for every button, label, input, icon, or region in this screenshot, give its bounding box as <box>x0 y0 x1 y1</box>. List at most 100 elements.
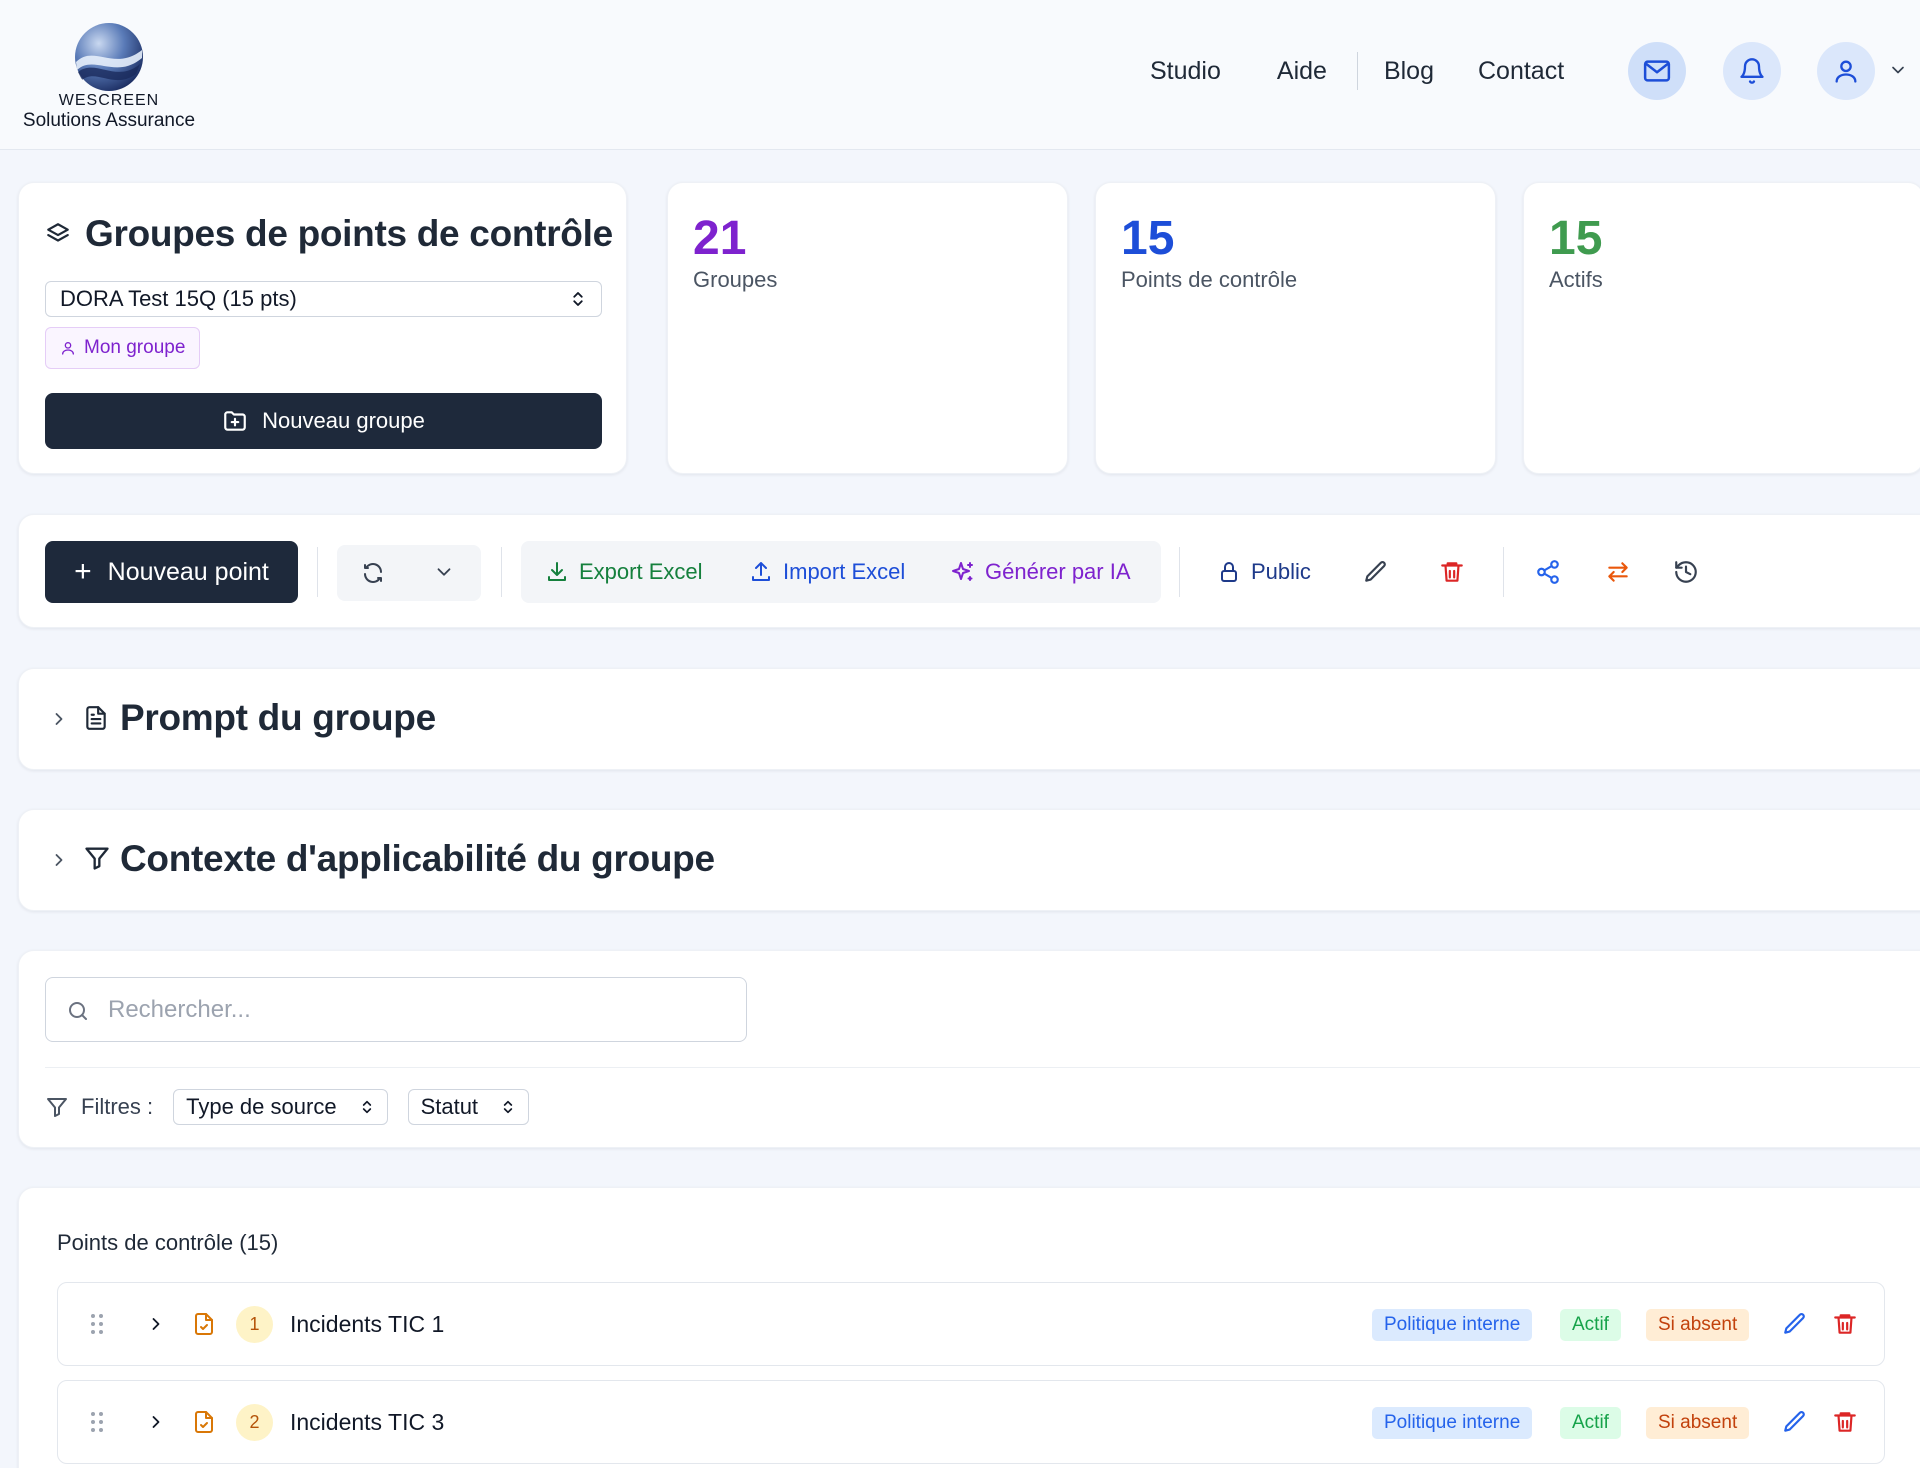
select-arrows-icon <box>573 292 583 306</box>
export-excel-button[interactable]: Export Excel <box>545 541 703 603</box>
delete-point-button[interactable] <box>1832 1311 1858 1337</box>
sparkles-icon <box>952 562 973 581</box>
messages-button[interactable] <box>1628 42 1686 100</box>
new-point-label: Nouveau point <box>107 557 269 586</box>
drag-handle-icon[interactable] <box>90 1313 104 1335</box>
point-name: Incidents TIC 1 <box>290 1311 445 1337</box>
groups-panel: Groupes de points de contrôle DORA Test … <box>18 182 627 474</box>
select-arrows-icon <box>503 1100 513 1114</box>
nav-blog[interactable]: Blog <box>1384 57 1434 86</box>
upload-icon <box>752 562 770 581</box>
context-section-title: Contexte d'applicabilité du groupe <box>120 838 715 879</box>
expand-toggle[interactable] <box>49 850 69 870</box>
search-divider <box>45 1067 1920 1068</box>
group-select[interactable]: DORA Test 15Q (15 pts) <box>45 281 602 317</box>
history-button[interactable] <box>1673 559 1699 585</box>
visibility-toggle-button[interactable]: Public <box>1217 541 1311 603</box>
control-point-row[interactable]: 2 Incidents TIC 3 Politique interne Acti… <box>57 1380 1885 1464</box>
import-excel-button[interactable]: Import Excel <box>749 541 905 603</box>
plus-icon: + <box>74 555 92 588</box>
chevron-down-icon <box>437 568 451 576</box>
new-point-button[interactable]: + Nouveau point <box>45 541 298 603</box>
stat-label: Actifs <box>1549 267 1603 292</box>
prompt-section[interactable]: Prompt du groupe <box>18 668 1920 770</box>
nav-aide[interactable]: Aide <box>1277 57 1327 86</box>
layers-icon <box>47 223 69 242</box>
search-icon <box>69 1002 87 1020</box>
user-icon <box>1835 60 1857 83</box>
transfer-group-button[interactable] <box>1605 559 1631 585</box>
stat-card-points: 15 Points de contrôle <box>1095 182 1496 474</box>
bell-icon <box>1740 58 1764 84</box>
notifications-button[interactable] <box>1723 42 1781 100</box>
toolbar-divider <box>1503 547 1504 597</box>
owner-badge: Mon groupe <box>45 327 201 369</box>
generate-ai-button[interactable]: Générer par IA <box>951 541 1131 603</box>
filter-icon <box>83 844 111 872</box>
new-group-button[interactable]: Nouveau groupe <box>45 393 602 449</box>
brand-name: WESCREEN <box>58 92 160 109</box>
refresh-options-button[interactable] <box>433 561 455 583</box>
expand-toggle[interactable] <box>49 709 69 729</box>
point-name: Incidents TIC 3 <box>290 1409 445 1435</box>
source-badge: Politique interne <box>1372 1407 1533 1439</box>
search-panel: Filtres : Type de source Statut <box>18 950 1920 1148</box>
filter-status-value: Statut <box>420 1094 479 1119</box>
stat-label: Groupes <box>693 267 778 292</box>
share-group-button[interactable] <box>1535 559 1561 585</box>
import-excel-label: Import Excel <box>783 559 906 584</box>
delete-group-button[interactable] <box>1439 559 1465 585</box>
owner-badge-label: Mon groupe <box>84 337 186 358</box>
chevron-right-icon <box>55 854 63 866</box>
user-menu-toggle[interactable] <box>1888 60 1908 80</box>
brand-subtitle: Solutions Assurance <box>22 110 196 131</box>
brand-logo[interactable]: WESCREEN Solutions Assurance <box>14 22 204 132</box>
rule-badge: Si absent <box>1646 1407 1750 1439</box>
context-section[interactable]: Contexte d'applicabilité du groupe <box>18 809 1920 911</box>
chevron-down-icon <box>1892 66 1904 74</box>
user-icon <box>62 342 74 355</box>
point-index-badge: 1 <box>236 1306 273 1343</box>
stat-label: Points de contrôle <box>1121 267 1298 292</box>
stat-value: 21 <box>693 212 747 265</box>
stat-card-groups: 21 Groupes <box>667 182 1068 474</box>
filter-source-value: Type de source <box>186 1094 337 1119</box>
drag-handle-icon[interactable] <box>90 1411 104 1433</box>
pencil-icon <box>1365 561 1386 582</box>
export-excel-label: Export Excel <box>579 559 703 584</box>
search-box[interactable] <box>45 977 747 1042</box>
edit-point-button[interactable] <box>1782 1311 1808 1337</box>
lock-icon <box>1221 562 1237 582</box>
folder-plus-icon <box>224 411 246 431</box>
toolbar-divider <box>501 547 502 597</box>
control-points-title: Points de contrôle (15) <box>57 1230 279 1255</box>
groups-panel-title: Groupes de points de contrôle <box>85 213 613 254</box>
user-menu-button[interactable] <box>1817 42 1875 100</box>
edit-point-button[interactable] <box>1782 1409 1808 1435</box>
pencil-icon <box>1784 1313 1805 1334</box>
select-arrows-icon <box>362 1100 371 1114</box>
nav-contact[interactable]: Contact <box>1478 57 1564 86</box>
main-nav: Studio Aide Blog Contact <box>1150 46 1620 96</box>
refresh-button[interactable] <box>361 561 385 585</box>
expand-toggle[interactable] <box>146 1314 166 1334</box>
trash-icon <box>1834 1314 1856 1334</box>
groups-panel-header: Groupes de points de contrôle <box>45 213 613 255</box>
actions-toolbar: + Nouveau point Export Excel Import Exce… <box>18 514 1920 628</box>
download-icon <box>548 562 566 581</box>
point-index-badge: 2 <box>236 1404 273 1441</box>
expand-toggle[interactable] <box>146 1412 166 1432</box>
delete-point-button[interactable] <box>1832 1409 1858 1435</box>
search-input[interactable] <box>108 990 708 1030</box>
edit-group-button[interactable] <box>1363 559 1389 585</box>
stat-value: 15 <box>1121 212 1175 265</box>
control-point-row[interactable]: 1 Incidents TIC 1 Politique interne Acti… <box>57 1282 1885 1366</box>
trash-icon <box>1834 1412 1856 1432</box>
chevron-right-icon <box>55 713 63 725</box>
stat-card-active: 15 Actifs <box>1523 182 1920 474</box>
nav-studio[interactable]: Studio <box>1150 57 1221 86</box>
chevron-right-icon <box>152 1416 160 1428</box>
filter-status-select[interactable]: Statut <box>407 1089 530 1125</box>
new-group-label: Nouveau groupe <box>262 408 425 433</box>
filter-source-select[interactable]: Type de source <box>173 1089 388 1125</box>
